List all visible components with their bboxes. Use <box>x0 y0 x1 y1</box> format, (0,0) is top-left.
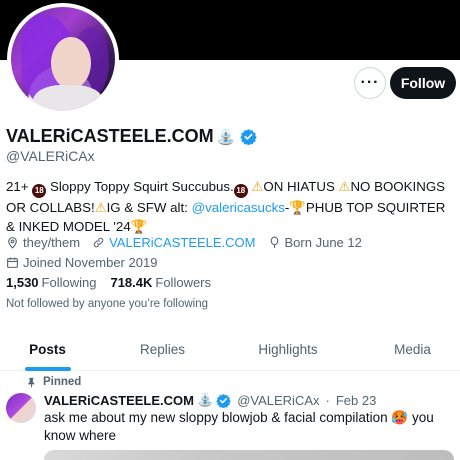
joined-item: Joined November 2019 <box>6 255 157 270</box>
website-item[interactable]: VALERiCASTEELE.COM <box>92 235 256 250</box>
pin-icon <box>28 377 35 388</box>
post-separator: · <box>325 392 330 408</box>
pinned-label: Pinned <box>43 376 82 388</box>
bio-prefix: 21+ <box>6 179 29 194</box>
more-options-button[interactable]: ··· <box>354 67 386 99</box>
pronouns-item: they/them <box>6 235 80 250</box>
profile-tabs: Posts Replies Highlights Media <box>0 327 460 371</box>
post-text: ask me about my new sloppy blowjob & fac… <box>44 410 434 443</box>
following-count: 1,530 <box>6 275 39 290</box>
tab-highlights[interactable]: Highlights <box>238 327 338 371</box>
trophy-icon-2: 🏆 <box>130 219 148 234</box>
birthday-text: Born June 12 <box>284 234 362 250</box>
link-icon <box>93 237 104 247</box>
balloon-icon <box>270 236 278 248</box>
followers-label: Followers <box>155 275 212 290</box>
post-author-emoji: ⛲ <box>197 392 214 407</box>
warning-icon-3: ⚠ <box>94 200 107 215</box>
warning-icon: ⚠ <box>251 179 264 194</box>
display-name: VALERiCASTEELE.COM <box>6 126 214 146</box>
bio-mention-link[interactable]: @valericasucks <box>192 200 285 215</box>
profile-avatar[interactable] <box>7 3 119 115</box>
post-date[interactable]: Feb 23 <box>336 393 376 408</box>
bio-text-4: IG & SFW alt: <box>106 200 188 215</box>
warning-icon-2: ⚠ <box>338 179 351 194</box>
joined-text: Joined November 2019 <box>23 254 158 270</box>
profile-name-row: VALERiCASTEELE.COM ⛲ <box>6 126 258 147</box>
age-restriction-badge-2: 18 <box>233 184 248 198</box>
birthday-item: Born June 12 <box>268 235 362 250</box>
follow-button[interactable]: Follow <box>390 67 456 99</box>
post-header: VALERiCASTEELE.COM ⛲ @VALERiCAx · Feb 23 <box>44 392 376 408</box>
calendar-icon <box>7 257 18 268</box>
pronouns-text: they/them <box>23 234 81 250</box>
location-icon <box>8 236 17 249</box>
follow-counts: 1,530 Following 718.4K Followers <box>6 275 211 290</box>
pinned-indicator: Pinned <box>26 376 81 388</box>
avatar-face-shape <box>51 37 91 89</box>
bio-text-2: ON HIATUS <box>263 179 335 194</box>
following-label: Following <box>41 275 97 290</box>
more-icon: ··· <box>360 74 380 91</box>
website-link[interactable]: VALERiCASTEELE.COM <box>109 235 255 250</box>
bio-text-1: Sloppy Toppy Squirt Succubus. <box>49 179 234 194</box>
tab-media[interactable]: Media <box>370 327 455 371</box>
trophy-icon: 🏆 <box>289 200 306 215</box>
profile-bio: 21+ 18 Sloppy Toppy Squirt Succubus. 18 ⚠… <box>6 177 454 236</box>
name-emoji: ⛲ <box>216 128 236 146</box>
tab-posts[interactable]: Posts <box>0 327 95 371</box>
following-link[interactable]: 1,530 Following <box>6 275 96 290</box>
followers-count: 718.4K <box>110 275 153 290</box>
post-author-handle[interactable]: @VALERiCAx <box>237 393 319 408</box>
not-followed-notice: Not followed by anyone you’re following <box>6 298 209 310</box>
tab-replies[interactable]: Replies <box>115 327 210 371</box>
post-media-preview[interactable] <box>44 450 454 460</box>
post-author-avatar[interactable] <box>6 393 36 423</box>
post-author-name[interactable]: VALERiCASTEELE.COM <box>44 393 194 408</box>
verified-badge-icon[interactable] <box>216 393 231 408</box>
profile-handle: @VALERiCAx <box>6 148 95 164</box>
verified-badge-icon[interactable] <box>240 128 258 145</box>
profile-meta: they/them VALERiCASTEELE.COM Born June 1… <box>6 234 374 274</box>
followers-link[interactable]: 718.4K Followers <box>110 275 211 290</box>
avatar-clothing-shape <box>33 85 103 111</box>
age-restriction-badge: 18 <box>32 184 47 198</box>
